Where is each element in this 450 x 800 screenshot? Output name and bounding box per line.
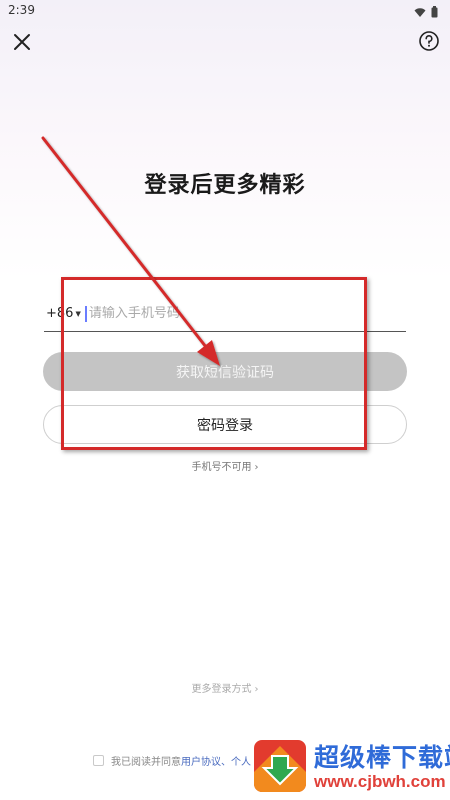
- password-login-button[interactable]: 密码登录: [43, 405, 407, 444]
- close-button[interactable]: [10, 30, 34, 54]
- watermark-url: www.cjbwh.com: [314, 772, 446, 791]
- chevron-right-icon: ›: [254, 684, 259, 695]
- country-code-selector[interactable]: +86 ▼: [46, 306, 81, 321]
- agreement-checkbox[interactable]: [93, 755, 104, 766]
- more-login-methods-link[interactable]: 更多登录方式 ›: [0, 680, 450, 695]
- close-icon: [14, 34, 30, 50]
- phone-unavailable-link[interactable]: 手机号不可用 ›: [0, 458, 450, 473]
- help-button[interactable]: [418, 30, 440, 52]
- status-time: 2:39: [8, 3, 35, 17]
- wifi-icon: [414, 3, 426, 22]
- chevron-right-icon: ›: [254, 462, 259, 473]
- text-cursor: [84, 305, 87, 322]
- phone-input[interactable]: [88, 306, 339, 321]
- agreement-row: 我已阅读并同意 用户协议、 个人: [93, 753, 251, 768]
- help-icon: [419, 31, 439, 51]
- phone-input-row: +86 ▼: [44, 296, 406, 332]
- status-icons: [414, 3, 438, 22]
- get-sms-code-button[interactable]: 获取短信验证码: [43, 352, 407, 391]
- watermark-title: 超级棒下载站: [314, 743, 450, 772]
- more-login-label: 更多登录方式: [191, 684, 252, 695]
- download-site-logo-icon: [254, 740, 306, 792]
- agreement-prefix: 我已阅读并同意: [111, 757, 181, 768]
- battery-icon: [431, 3, 438, 22]
- caret-down-icon: ▼: [75, 309, 81, 318]
- watermark: 超级棒下载站 www.cjbwh.com: [246, 728, 450, 800]
- page-title: 登录后更多精彩: [144, 173, 306, 198]
- user-agreement-link[interactable]: 用户协议、: [181, 753, 231, 768]
- phone-unavailable-label: 手机号不可用: [191, 462, 252, 473]
- country-code-label: +86: [46, 306, 74, 321]
- status-bar: 2:39: [0, 0, 450, 20]
